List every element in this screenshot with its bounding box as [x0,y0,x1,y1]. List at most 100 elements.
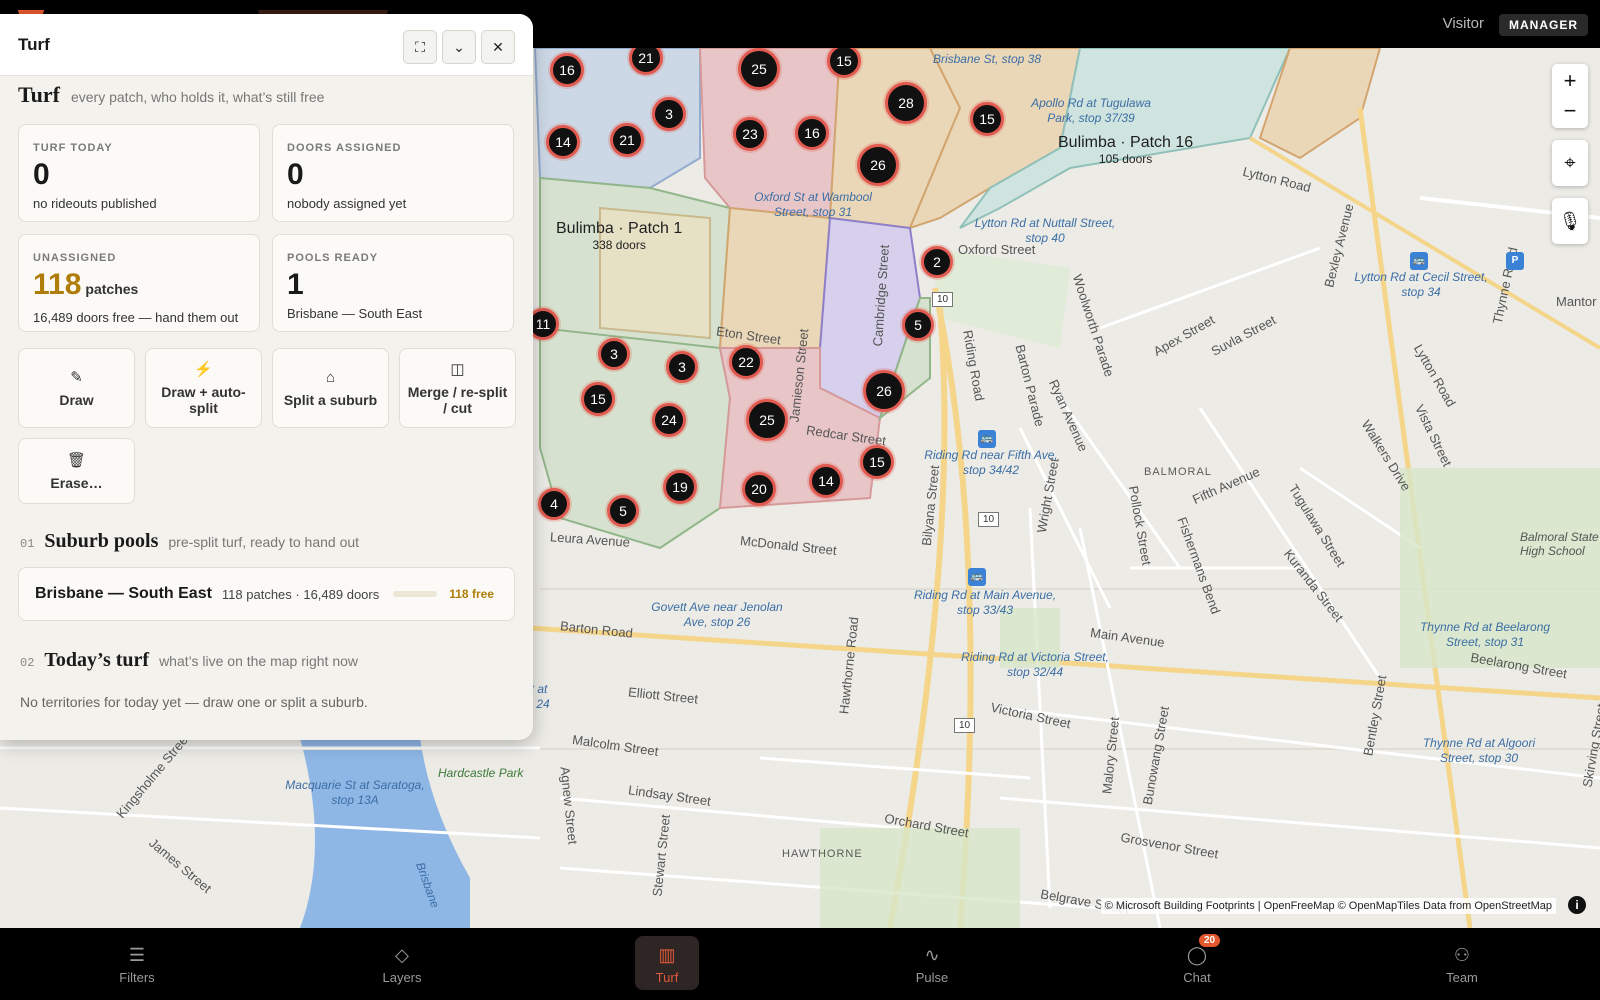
cluster-marker[interactable]: 21 [610,123,644,157]
stat-sub: nobody assigned yet [287,196,407,211]
close-button[interactable]: ✕ [481,30,515,64]
cluster-marker[interactable]: 24 [652,403,686,437]
cluster-marker[interactable]: 3 [666,351,698,383]
suburb-icon: ⌂ [325,368,336,386]
street-label: Mantor [1556,294,1597,309]
microphone-icon[interactable]: 🎙 [1552,198,1588,244]
patch-label: Bulimba · Patch 1 338 doors [556,220,683,252]
cluster-marker[interactable]: 2 [921,246,953,278]
nav-chat[interactable]: ◯ Chat 20 [1165,934,1229,990]
route-shield: 10 [978,512,1000,527]
cluster-marker[interactable]: 22 [729,345,763,379]
nav-label: Team [1446,970,1478,985]
section-index: 01 [20,537,35,551]
bus-stop-label: Brisbane St, stop 38 [932,52,1042,66]
draw-auto-split-button[interactable]: ⚡ Draw + auto-split [145,348,262,428]
tool-label: Split a suburb [283,391,378,408]
section-index: 02 [20,656,35,670]
bus-stop-label: Riding Rd at Victoria Street, stop 32/44 [961,650,1109,679]
stat-label: DOORS ASSIGNED [287,142,402,154]
cluster-marker[interactable]: 23 [733,117,767,151]
zoom-in-icon[interactable]: + [1564,66,1577,96]
bus-icon[interactable]: 🚌 [1410,252,1428,270]
tool-label: Draw [59,392,94,408]
nav-pulse[interactable]: ∿ Pulse [900,936,964,990]
cluster-marker[interactable]: 28 [885,82,927,124]
locate-icon[interactable]: ⌖ [1552,140,1588,186]
nav-label: Layers [382,970,422,985]
cluster-marker[interactable]: 4 [538,488,570,520]
bus-stop-label: Apollo Rd at Tugulawa Park, stop 37/39 [1031,96,1151,125]
cluster-marker[interactable]: 15 [581,382,615,416]
tool-label: Draw + auto-split [161,384,246,416]
cluster-marker[interactable]: 14 [809,464,843,498]
visitor-label[interactable]: Visitor [1443,15,1484,32]
stat-doors-assigned: DOORS ASSIGNED 0 nobody assigned yet [272,124,514,222]
bus-icon[interactable]: 🚌 [978,430,996,448]
close-icon: ✕ [492,38,504,55]
cluster-marker[interactable]: 16 [795,116,829,150]
cluster-marker[interactable]: 19 [663,470,697,504]
zoom-out-icon[interactable]: − [1564,96,1577,126]
stat-label: POOLS READY [287,252,379,264]
suburb-label: BALMORAL [1144,466,1212,478]
cluster-marker[interactable]: 5 [902,309,934,341]
bus-icon[interactable]: 🚌 [968,568,986,586]
cluster-marker[interactable]: 25 [738,48,780,90]
cluster-marker[interactable]: 16 [550,53,584,87]
pool-name: Brisbane — South East [35,585,212,602]
section-desc: what’s live on the map right now [159,653,359,669]
pool-card[interactable]: Brisbane — South East 118 patches · 16,4… [18,567,515,621]
trash-icon: 🗑 [66,452,87,469]
cluster-marker[interactable]: 3 [652,97,686,131]
tool-grid: ✎ Draw ⚡ Draw + auto-split ⌂ Split a sub… [0,332,533,504]
nav-team[interactable]: ⚇ Team [1430,936,1494,990]
nav-layers[interactable]: ◇ Layers [370,936,434,990]
park-label: Hardcastle Park [438,766,524,780]
bus-stop-label: Govett Ave near Jenolan Ave, stop 26 [651,600,783,629]
cluster-marker[interactable]: 5 [607,495,639,527]
merge-button[interactable]: ◫ Merge / re-split / cut [399,348,516,428]
chat-icon: ◯ [1186,945,1208,965]
cluster-marker[interactable]: 20 [742,472,776,506]
nav-label: Chat [1183,970,1211,985]
nav-turf[interactable]: ▥ Turf [635,936,699,990]
stat-unit: patches [85,281,139,297]
pencil-icon: ✎ [70,369,83,386]
nav-label: Turf [655,970,679,985]
cluster-marker[interactable]: 3 [598,338,630,370]
collapse-button[interactable]: ⌄ [442,30,476,64]
cluster-marker[interactable]: 25 [746,399,788,441]
cluster-marker[interactable]: 26 [857,144,899,186]
bus-stop-label: Riding Rd at Main Avenue, stop 33/43 [913,588,1057,617]
expand-button[interactable]: ⛶ [403,30,437,64]
cluster-marker[interactable]: 15 [970,102,1004,136]
turf-panel: Turf ⛶ ⌄ ✕ Turf every patch, who holds i… [0,14,533,740]
bus-stop-label: Thynne Rd at Beelarong Street, stop 31 [1419,620,1551,649]
stat-value: 118 patches [33,268,139,301]
stat-grid: TURF TODAY 0 no rideouts published DOORS… [0,108,533,332]
page-title: Turf [18,82,60,107]
section-suburb-pools: 01 Suburb pools pre-split turf, ready to… [0,530,533,553]
erase-button[interactable]: 🗑 Erase… [18,438,135,504]
draw-button[interactable]: ✎ Draw [18,348,135,428]
bottom-nav: ☰ Filters ◇ Layers ▥ Turf ∿ Pulse ◯ Chat… [0,928,1600,1000]
cluster-marker[interactable]: 14 [546,125,580,159]
panel-header: Turf ⛶ ⌄ ✕ [0,14,533,76]
filter-icon: ☰ [128,945,146,965]
split-suburb-button[interactable]: ⌂ Split a suburb [272,348,389,428]
stat-value: 1 [287,268,304,301]
nav-label: Pulse [915,970,949,985]
parking-icon[interactable]: P [1506,252,1524,270]
info-icon[interactable]: i [1568,896,1586,914]
layers-icon: ◇ [395,945,409,965]
cluster-marker[interactable]: 15 [860,445,894,479]
map-icon: ▥ [658,945,676,965]
pulse-icon: ∿ [924,945,940,965]
cluster-marker[interactable]: 26 [863,370,905,412]
map-attribution[interactable]: © Microsoft Building Footprints | OpenFr… [1100,898,1556,914]
bus-stop-label: Macquarie St at Saratoga, stop 13A [285,778,425,807]
nav-filters[interactable]: ☰ Filters [105,936,169,990]
stat-value: 0 [33,158,50,191]
stat-sub: Brisbane — South East [287,306,423,321]
